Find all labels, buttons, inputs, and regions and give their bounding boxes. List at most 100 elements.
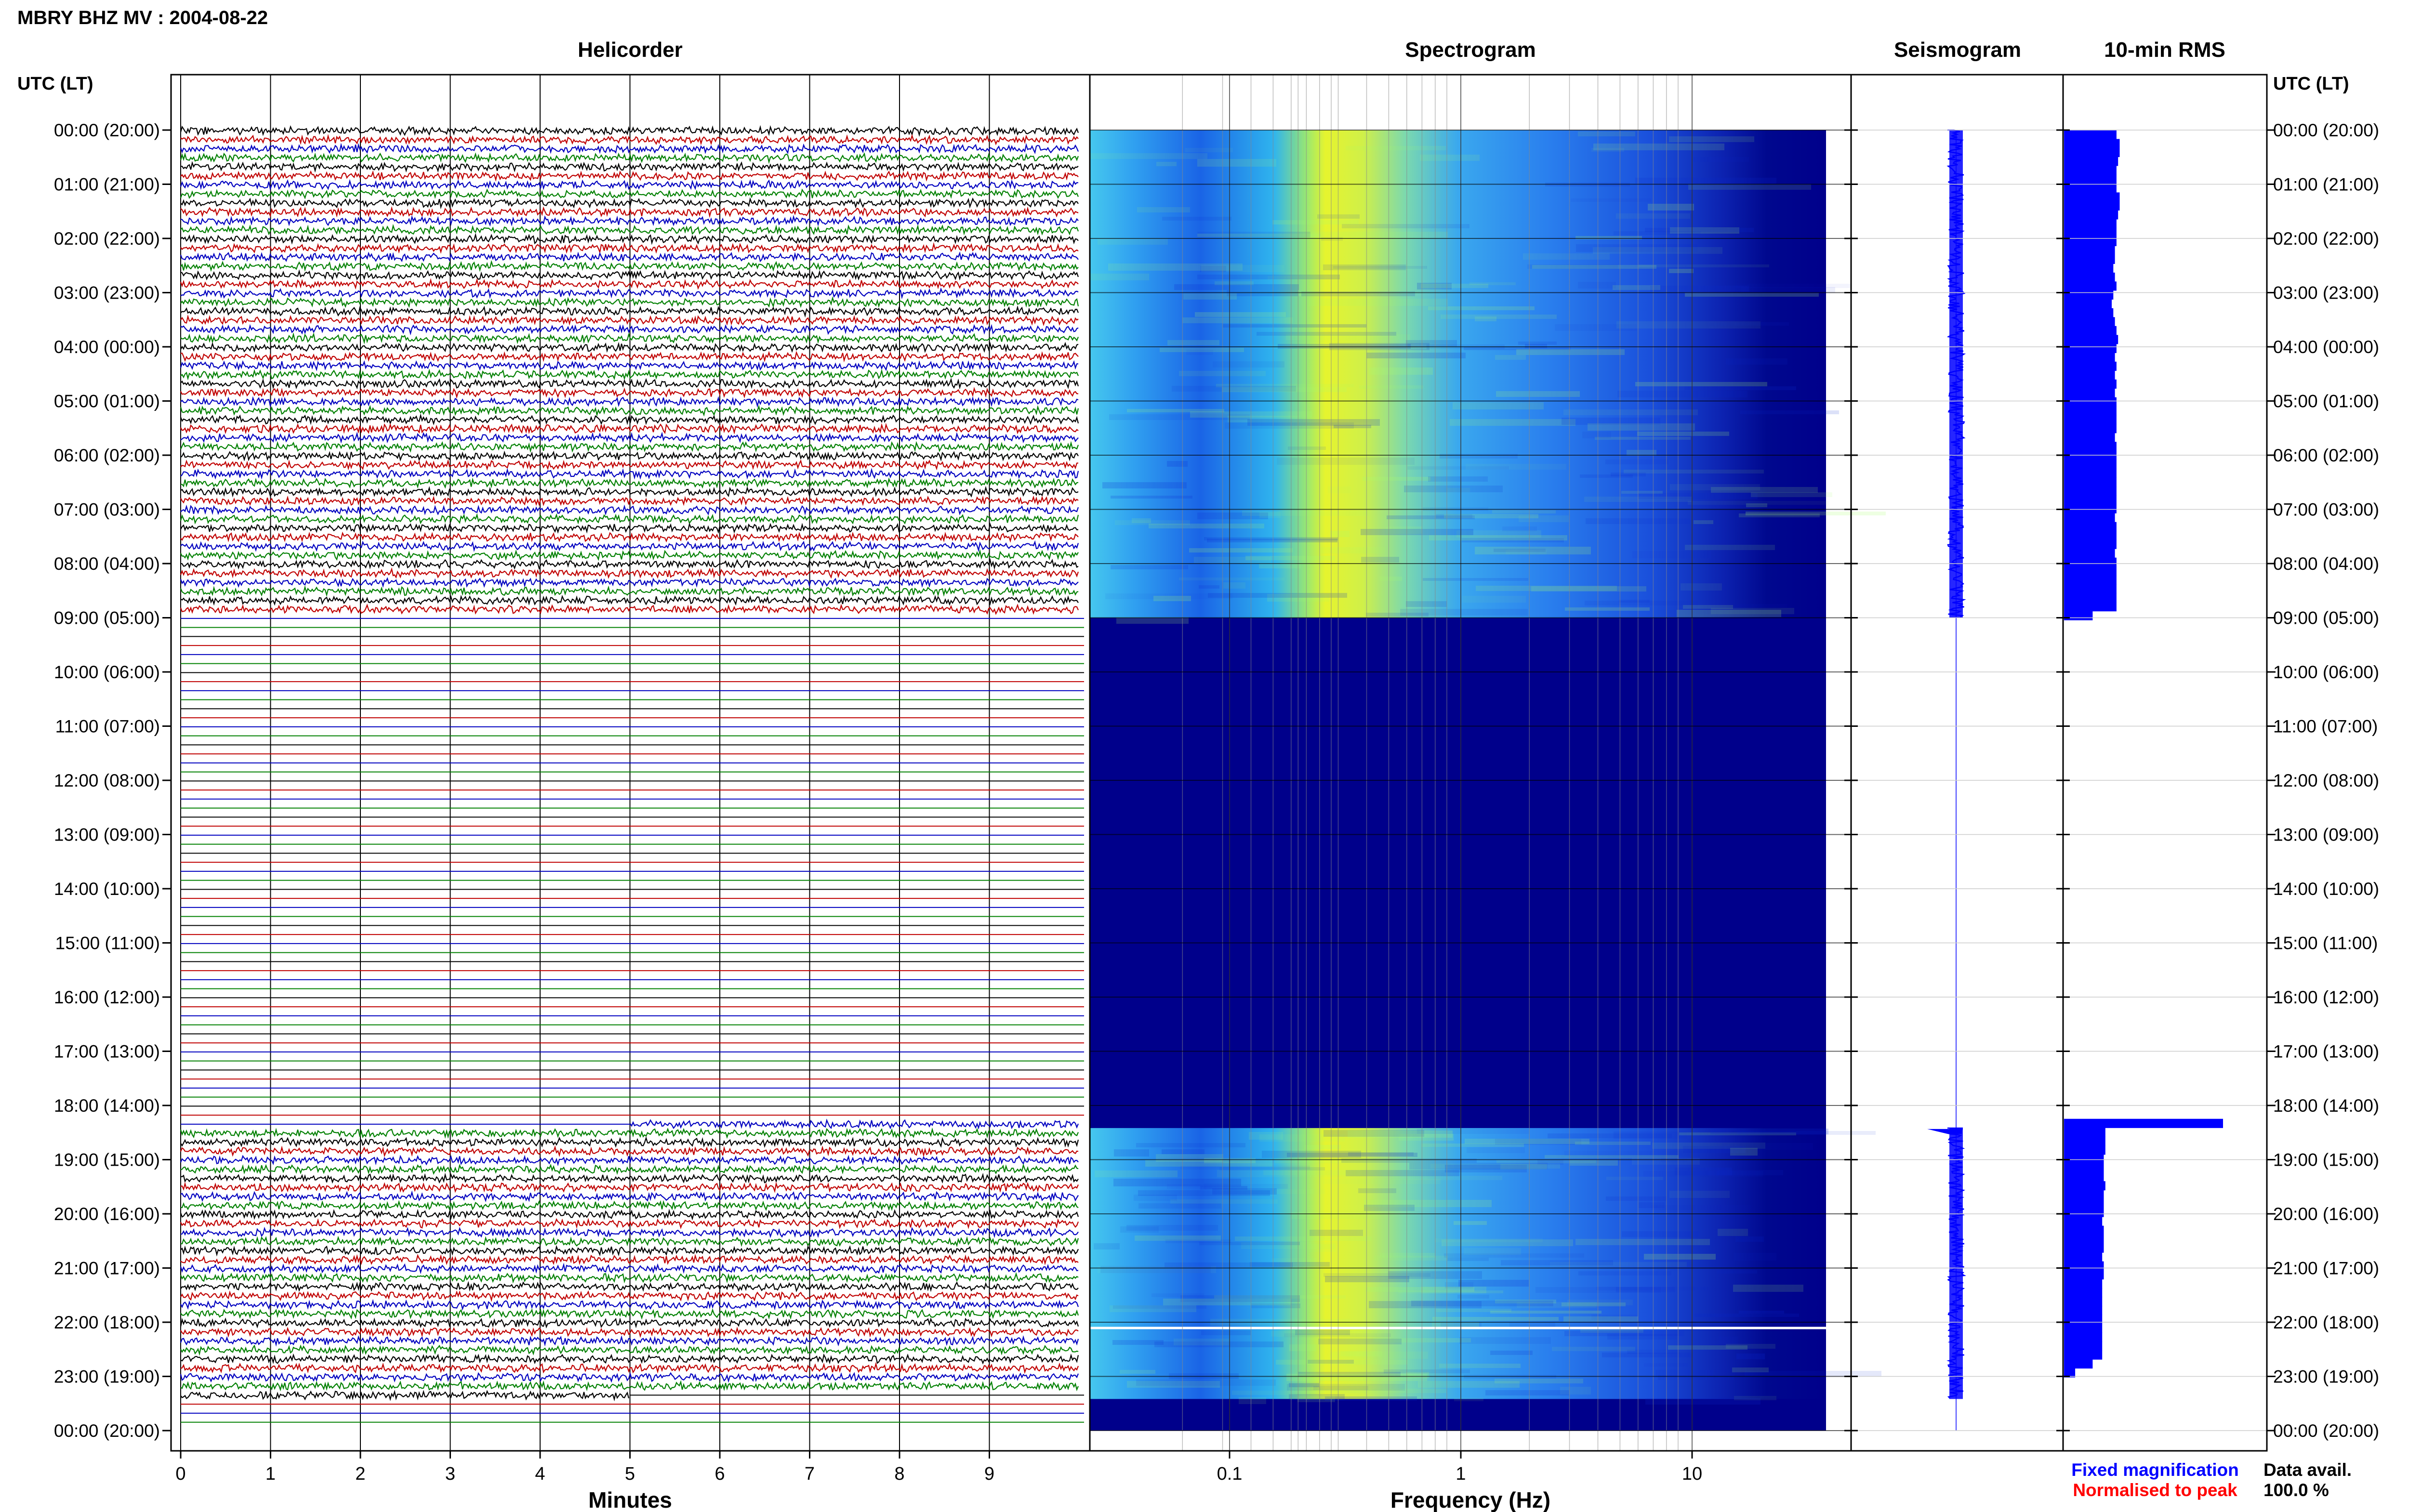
- time-tick-label-right: 22:00 (18:00): [2273, 1313, 2379, 1332]
- spectrogram-noise: [1669, 269, 1694, 273]
- rms-bar: [2064, 468, 2117, 478]
- spectrogram-noise: [1400, 609, 1528, 616]
- spectrogram-noise: [1346, 1170, 1459, 1176]
- spectrogram-noise: [1637, 432, 1729, 436]
- spectrogram-noise: [1112, 1340, 1164, 1345]
- spectrogram-noise: [1593, 144, 1724, 150]
- spectrogram-noise: [1330, 531, 1350, 537]
- spectrogram-noise: [1409, 1163, 1548, 1170]
- rms-bar: [2064, 1208, 2104, 1217]
- spectrogram-noise: [1288, 447, 1326, 450]
- time-tick-label-left: 22:00 (18:00): [54, 1313, 160, 1332]
- spectrogram-noise: [1635, 178, 1776, 184]
- spectrogram-noise: [1632, 551, 1711, 558]
- time-tick-label-left: 13:00 (09:00): [54, 825, 160, 845]
- minutes-tick-label: 0: [175, 1464, 185, 1484]
- minutes-tick-label: 8: [894, 1464, 904, 1484]
- rms-panel: [2064, 130, 2223, 1378]
- spectrogram-noise: [1102, 482, 1187, 488]
- spectrogram-noise: [1575, 1142, 1651, 1145]
- spectrogram-noise: [1325, 1396, 1417, 1401]
- spectrogram-noise: [1462, 596, 1526, 603]
- minutes-axis-title: Minutes: [588, 1487, 672, 1512]
- rms-bar: [2064, 157, 2118, 166]
- spectrogram-title: Spectrogram: [1405, 38, 1535, 62]
- rms-bar: [2064, 335, 2118, 344]
- rms-bar: [2064, 1163, 2104, 1173]
- spectrogram-noise: [1571, 198, 1651, 202]
- spectrogram-noise: [1668, 1345, 1747, 1350]
- spectrogram-noise: [1358, 1188, 1396, 1193]
- time-tick-label-left: 02:00 (22:00): [54, 229, 160, 249]
- spectrogram-noise: [1563, 1316, 1638, 1322]
- legend-fixed-magnification: Fixed magnification: [2071, 1460, 2238, 1480]
- frequency-tick-label: 1: [1456, 1464, 1466, 1484]
- rms-bar: [2064, 575, 2117, 585]
- spectrogram-noise: [1291, 1212, 1381, 1219]
- spectrogram-noise: [1432, 1317, 1559, 1321]
- rms-bar: [2064, 1341, 2103, 1351]
- rms-bar: [2064, 1306, 2103, 1315]
- spectrogram-noise: [1454, 1398, 1483, 1401]
- rms-bar: [2064, 1172, 2104, 1182]
- helicorder-trace-line: [630, 1118, 1079, 1130]
- spectrogram-noise: [1734, 604, 1787, 607]
- spectrogram-noise: [1369, 1301, 1482, 1308]
- spectrogram-noise: [1167, 461, 1188, 467]
- spectrogram-noise: [1490, 1311, 1602, 1314]
- spectrogram-noise: [1259, 564, 1301, 568]
- time-tick-label-right: 23:00 (19:00): [2273, 1367, 2379, 1387]
- time-tick-label-right: 03:00 (23:00): [2273, 283, 2379, 303]
- spectrogram-noise: [1348, 1152, 1414, 1156]
- helicorder-panel: [180, 75, 1084, 1451]
- spectrogram-noise: [1675, 1168, 1732, 1175]
- frequency-axis-title: Frequency (Hz): [1390, 1487, 1550, 1512]
- spectrogram-noise: [1421, 284, 1488, 288]
- spectrogram-noise: [1735, 284, 1850, 288]
- spectrogram-noise: [1454, 1221, 1487, 1225]
- minutes-tick-label: 9: [984, 1464, 994, 1484]
- spectrogram-noise: [1428, 476, 1488, 482]
- spectrogram-noise: [1740, 410, 1839, 414]
- rms-bar: [2064, 460, 2117, 469]
- spectrogram-noise: [1090, 274, 1149, 280]
- minutes-tick-label: 5: [625, 1464, 635, 1484]
- spectrogram-noise: [1162, 217, 1231, 221]
- minutes-tick-label: 7: [805, 1464, 815, 1484]
- rms-bar: [2064, 531, 2117, 540]
- spectrogram-noise: [1310, 1244, 1336, 1252]
- spectrogram-noise: [1622, 1231, 1699, 1237]
- spectrogram-noise: [1110, 1305, 1196, 1312]
- spectrogram-noise: [1588, 423, 1695, 431]
- spectrogram-noise: [1693, 157, 1749, 162]
- rms-bar: [2064, 442, 2117, 451]
- rms-bar: [2064, 566, 2117, 576]
- rms-bar: [2064, 1359, 2093, 1369]
- spectrogram-noise: [1247, 419, 1380, 426]
- rms-bar: [2064, 254, 2115, 264]
- spectrogram-noise: [1156, 1154, 1223, 1162]
- spectrogram-noise: [1167, 340, 1219, 345]
- spectrogram-noise: [1239, 1397, 1266, 1404]
- spectrogram-noise: [1516, 349, 1625, 355]
- spectrogram-noise: [1420, 155, 1480, 161]
- spectrogram-noise: [1217, 1170, 1361, 1177]
- spectrogram-noise: [1570, 1160, 1618, 1166]
- rms-bar: [2064, 219, 2117, 229]
- rms-bar: [2064, 1235, 2104, 1244]
- spectrogram-noise: [1277, 458, 1415, 465]
- rms-bar: [2064, 1199, 2104, 1209]
- spectrogram-noise: [1685, 545, 1775, 550]
- spectrogram-noise: [1127, 409, 1224, 412]
- spectrogram-noise: [1694, 1314, 1799, 1317]
- time-tick-label-right: 12:00 (08:00): [2273, 771, 2379, 790]
- rms-bar: [2064, 317, 2115, 327]
- utc-label-right: UTC (LT): [2273, 74, 2349, 94]
- data-availability-value: 100.0 %: [2263, 1480, 2329, 1500]
- seismogram-envelope: [1949, 1128, 1963, 1399]
- rms-bar: [2064, 308, 2114, 317]
- spectrogram-noise: [1617, 391, 1747, 397]
- spectrogram-noise: [1428, 306, 1535, 310]
- spectrogram-noise: [1734, 1253, 1776, 1261]
- time-tick-label-left: 09:00 (05:00): [54, 608, 160, 628]
